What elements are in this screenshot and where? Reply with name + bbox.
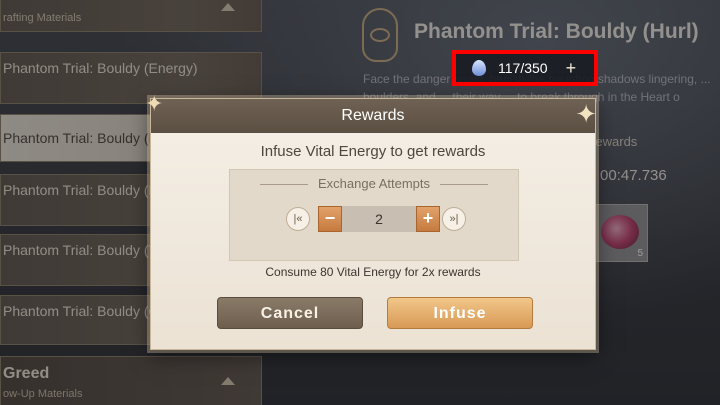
consume-info: Consume 80 Vital Energy for 2x rewards bbox=[265, 265, 481, 279]
quantity-stepper: |« − 2 + »| bbox=[286, 206, 466, 232]
sparkle-decoration-icon: ✦ bbox=[145, 91, 164, 116]
decrease-button[interactable]: − bbox=[318, 206, 342, 232]
dialog-subtitle: Infuse Vital Energy to get rewards bbox=[260, 143, 486, 160]
cancel-button[interactable]: Cancel bbox=[217, 297, 363, 329]
infuse-button[interactable]: Infuse bbox=[387, 297, 533, 329]
dialog-title: Rewards bbox=[341, 107, 405, 124]
energy-value: 117/350 bbox=[498, 60, 548, 76]
max-quantity-button[interactable]: »| bbox=[442, 207, 466, 231]
add-energy-button[interactable]: + bbox=[566, 58, 577, 79]
rewards-dialog: Rewards ✦ ✦ Infuse Vital Energy to get r… bbox=[145, 91, 597, 350]
vital-energy-icon bbox=[472, 60, 486, 76]
exchange-panel: Exchange Attempts |« − 2 + »| bbox=[229, 169, 519, 261]
quantity-value[interactable]: 2 bbox=[342, 206, 416, 232]
min-quantity-button[interactable]: |« bbox=[286, 207, 310, 231]
exchange-label: Exchange Attempts bbox=[230, 176, 518, 191]
increase-button[interactable]: + bbox=[416, 206, 440, 232]
sparkle-decoration-icon: ✦ bbox=[575, 99, 597, 129]
dialog-header: Rewards bbox=[151, 99, 595, 133]
vital-energy-counter: 117/350 + bbox=[452, 50, 598, 86]
